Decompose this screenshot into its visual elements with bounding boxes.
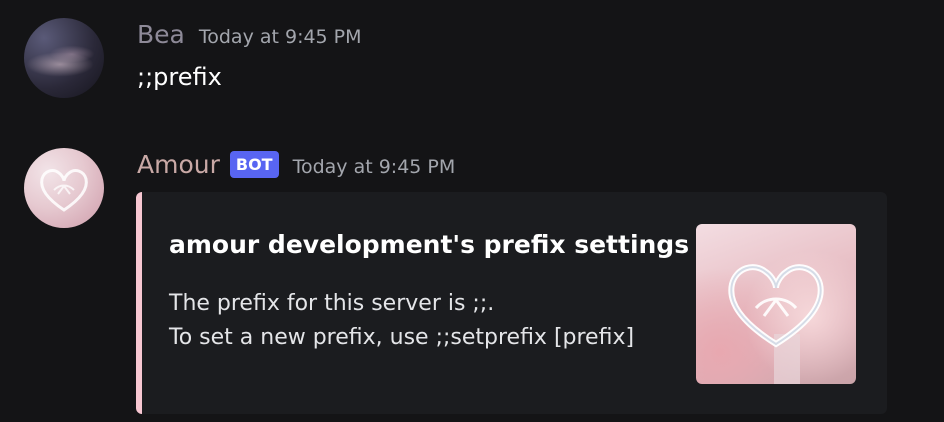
message-content: ;;prefix — [137, 63, 222, 91]
username[interactable]: Bea — [137, 20, 185, 49]
bot-tag-badge: BOT — [229, 151, 279, 178]
timestamp[interactable]: Today at 9:45 PM — [199, 26, 362, 48]
heart-logo-icon — [728, 264, 824, 384]
embed-description-line: To set a new prefix, use ;;setprefix [pr… — [169, 325, 635, 350]
timestamp[interactable]: Today at 9:45 PM — [293, 156, 456, 178]
embed-card: amour development's prefix settings The … — [136, 192, 887, 414]
message-header: Amour BOT Today at 9:45 PM — [137, 150, 455, 181]
message-header: Bea Today at 9:45 PM — [137, 20, 362, 49]
embed-title: amour development's prefix settings — [169, 230, 690, 259]
heart-logo-icon — [40, 169, 88, 212]
avatar-amour[interactable] — [24, 148, 104, 228]
embed-description-line: The prefix for this server is ;;. — [169, 291, 495, 316]
embed-thumbnail[interactable] — [696, 224, 856, 384]
embed-description: The prefix for this server is ;;. To set… — [169, 287, 634, 355]
username[interactable]: Amour — [137, 150, 220, 179]
avatar-bea[interactable] — [24, 18, 104, 98]
